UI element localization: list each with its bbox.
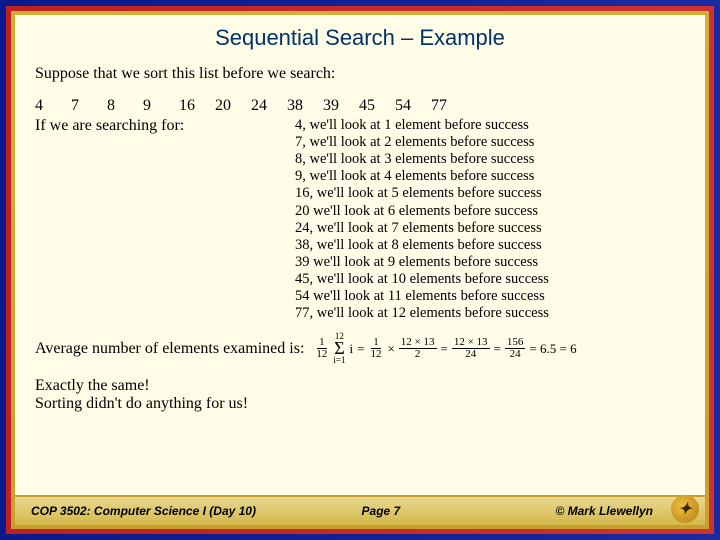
num-item: 54 bbox=[395, 97, 427, 115]
search-results: 4, we'll look at 1 element before succes… bbox=[295, 117, 549, 322]
num-item: 8 bbox=[107, 97, 139, 115]
search-block: If we are searching for: 4, we'll look a… bbox=[35, 117, 685, 322]
num-item: 24 bbox=[251, 97, 283, 115]
footer-page: Page 7 bbox=[303, 504, 459, 518]
footer-course: COP 3502: Computer Science I (Day 10) bbox=[31, 504, 303, 518]
list-item: 38, we'll look at 8 elements before succ… bbox=[295, 237, 549, 254]
num-item: 20 bbox=[215, 97, 247, 115]
num-item: 38 bbox=[287, 97, 319, 115]
ucf-logo-icon: ✦ bbox=[671, 495, 699, 523]
formula: 112 12 Σ i=1 i = 112 × 12 × 132 = 12 × 1… bbox=[314, 332, 576, 364]
average-label: Average number of elements examined is: bbox=[35, 340, 304, 358]
average-row: Average number of elements examined is: … bbox=[35, 332, 685, 364]
num-item: 9 bbox=[143, 97, 175, 115]
list-item: 16, we'll look at 5 elements before succ… bbox=[295, 185, 549, 202]
slide-content: Sequential Search – Example Suppose that… bbox=[15, 15, 705, 525]
footer-bar: COP 3502: Computer Science I (Day 10) Pa… bbox=[15, 495, 705, 525]
list-item: 24, we'll look at 7 elements before succ… bbox=[295, 220, 549, 237]
num-item: 7 bbox=[71, 97, 103, 115]
intro-text: Suppose that we sort this list before we… bbox=[35, 65, 685, 83]
num-item: 4 bbox=[35, 97, 67, 115]
num-item: 16 bbox=[179, 97, 211, 115]
num-item: 39 bbox=[323, 97, 355, 115]
list-item: 8, we'll look at 3 elements before succe… bbox=[295, 151, 549, 168]
searching-label: If we are searching for: bbox=[35, 117, 295, 135]
list-item: 9, we'll look at 4 elements before succe… bbox=[295, 168, 549, 185]
list-item: 54 we'll look at 11 elements before succ… bbox=[295, 288, 549, 305]
sigma-icon: 12 Σ i=1 bbox=[333, 332, 345, 364]
list-item: 7, we'll look at 2 elements before succe… bbox=[295, 134, 549, 151]
gold-frame: Sequential Search – Example Suppose that… bbox=[11, 11, 709, 529]
mid-frame: Sequential Search – Example Suppose that… bbox=[6, 6, 714, 534]
list-item: 4, we'll look at 1 element before succes… bbox=[295, 117, 549, 134]
outer-frame: Sequential Search – Example Suppose that… bbox=[0, 0, 720, 540]
conclusion-line: Exactly the same! bbox=[35, 377, 685, 395]
number-list: 4 7 8 9 16 20 24 38 39 45 54 77 bbox=[35, 97, 685, 115]
list-item: 45, we'll look at 10 elements before suc… bbox=[295, 271, 549, 288]
num-item: 45 bbox=[359, 97, 391, 115]
conclusion-line: Sorting didn't do anything for us! bbox=[35, 395, 685, 413]
list-item: 77, we'll look at 12 elements before suc… bbox=[295, 305, 549, 322]
list-item: 39 we'll look at 9 elements before succe… bbox=[295, 254, 549, 271]
footer-author: © Mark Llewellyn bbox=[459, 504, 689, 518]
num-item: 77 bbox=[431, 97, 463, 115]
conclusion: Exactly the same! Sorting didn't do anyt… bbox=[35, 377, 685, 413]
list-item: 20 we'll look at 6 elements before succe… bbox=[295, 203, 549, 220]
slide-title: Sequential Search – Example bbox=[35, 25, 685, 51]
